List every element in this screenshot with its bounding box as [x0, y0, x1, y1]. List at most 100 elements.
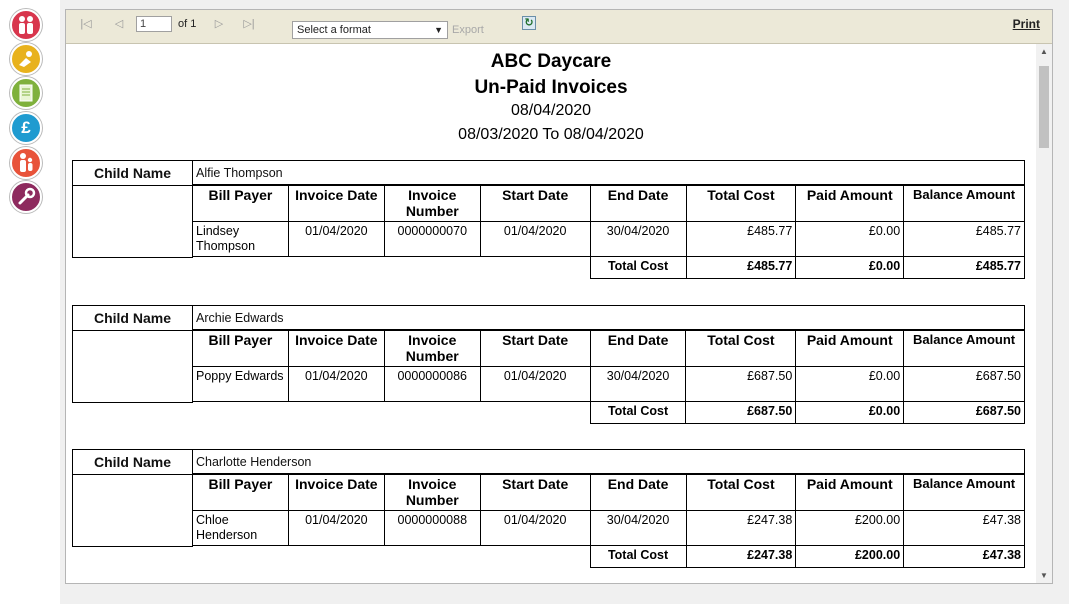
total-spacer — [288, 257, 384, 279]
sum-paid-amount: £0.00 — [795, 256, 905, 279]
child-gutter — [72, 329, 193, 403]
bill-payer-cell: Lindsey Thompson — [192, 221, 289, 257]
col-invoice-date: Invoice Date — [287, 184, 385, 222]
col-bill-payer: Bill Payer — [192, 184, 289, 222]
export-link[interactable]: Export — [452, 24, 484, 36]
sum-balance-amount: £485.77 — [903, 256, 1025, 279]
sum-total-cost: £485.77 — [685, 256, 797, 279]
col-invoice-date: Invoice Date — [287, 473, 385, 511]
col-start-date: Start Date — [479, 184, 591, 222]
total-cost-label: Total Cost — [589, 401, 687, 424]
balance-amount-cell: £687.50 — [903, 366, 1025, 402]
family-icon[interactable] — [10, 9, 42, 41]
total-row: Total Cost £687.50 £0.00 £687.50 — [193, 401, 1025, 424]
total-cost-cell: £485.77 — [685, 221, 797, 257]
invoice-date-cell: 01/04/2020 — [287, 366, 385, 402]
export-format-value: Select a format — [297, 24, 371, 36]
bill-payer-cell: Chloe Henderson — [192, 510, 289, 546]
invoice-number-cell: 0000000086 — [383, 366, 481, 402]
report-title: Un-Paid Invoices — [474, 77, 628, 98]
total-spacer — [193, 546, 289, 568]
col-invoice-number: Invoice Number — [383, 473, 481, 511]
invoice-number-cell: 0000000070 — [383, 221, 481, 257]
print-link[interactable]: Print — [1013, 17, 1040, 31]
col-end-date: End Date — [589, 473, 687, 511]
col-start-date: Start Date — [479, 473, 591, 511]
col-end-date: End Date — [589, 184, 687, 222]
report-content: ABC Daycare Un-Paid Invoices 08/04/2020 … — [66, 44, 1036, 583]
wrench-icon[interactable] — [10, 181, 42, 213]
total-spacer — [288, 546, 384, 568]
page-count-label: of 1 — [178, 18, 197, 30]
child-name-value: Alfie Thompson — [192, 160, 1025, 186]
child-name-row: Child Name Charlotte Henderson — [72, 449, 1025, 475]
scroll-thumb[interactable] — [1039, 66, 1049, 148]
invoice-table: Bill Payer Invoice Date Invoice Number S… — [192, 184, 1025, 279]
vertical-scrollbar[interactable]: ▲ ▼ — [1036, 44, 1052, 583]
col-bill-payer: Bill Payer — [192, 473, 289, 511]
total-spacer — [193, 402, 289, 424]
invoice-table: Bill Payer Invoice Date Invoice Number S… — [192, 329, 1025, 424]
col-end-date: End Date — [589, 329, 687, 367]
sum-total-cost: £247.38 — [685, 545, 797, 568]
child-name-value: Archie Edwards — [192, 305, 1025, 331]
total-spacer — [384, 402, 480, 424]
invoice-date-cell: 01/04/2020 — [287, 221, 385, 257]
total-cost-label: Total Cost — [589, 545, 687, 568]
sum-balance-amount: £687.50 — [903, 401, 1025, 424]
table-row: Poppy Edwards 01/04/2020 0000000086 01/0… — [192, 366, 1025, 402]
child-gutter — [72, 184, 193, 258]
col-total-cost: Total Cost — [685, 329, 797, 367]
col-paid-amount: Paid Amount — [795, 473, 905, 511]
start-date-cell: 01/04/2020 — [479, 366, 591, 402]
sum-paid-amount: £0.00 — [795, 401, 905, 424]
total-spacer — [384, 546, 480, 568]
scroll-up-icon[interactable]: ▲ — [1039, 47, 1049, 56]
total-row: Total Cost £247.38 £200.00 £47.38 — [193, 545, 1025, 568]
scroll-down-icon[interactable]: ▼ — [1039, 571, 1049, 580]
page-number-input[interactable] — [136, 16, 172, 32]
col-invoice-number: Invoice Number — [383, 329, 481, 367]
col-balance-amount: Balance Amount — [903, 184, 1025, 222]
paid-amount-cell: £0.00 — [795, 221, 905, 257]
end-date-cell: 30/04/2020 — [589, 510, 687, 546]
pound-icon[interactable]: £ — [10, 112, 42, 144]
child-name-label: Child Name — [72, 305, 193, 331]
report-toolbar: |◁ ◁ of 1 ▷ ▷| Select a format ▼ Export … — [66, 10, 1052, 44]
app-sidebar: £ — [0, 0, 60, 604]
start-date-cell: 01/04/2020 — [479, 510, 591, 546]
child-name-value: Charlotte Henderson — [192, 449, 1025, 475]
table-row: Chloe Henderson 01/04/2020 0000000088 01… — [192, 510, 1025, 546]
total-cost-cell: £247.38 — [685, 510, 797, 546]
start-date-cell: 01/04/2020 — [479, 221, 591, 257]
paid-amount-cell: £0.00 — [795, 366, 905, 402]
report-viewer: |◁ ◁ of 1 ▷ ▷| Select a format ▼ Export … — [65, 9, 1053, 584]
refresh-icon[interactable]: ↻ — [522, 16, 536, 30]
end-date-cell: 30/04/2020 — [589, 366, 687, 402]
invoice-date-cell: 01/04/2020 — [287, 510, 385, 546]
people-icon[interactable] — [10, 147, 42, 179]
balance-amount-cell: £485.77 — [903, 221, 1025, 257]
invoice-table: Bill Payer Invoice Date Invoice Number S… — [192, 473, 1025, 568]
sum-total-cost: £687.50 — [685, 401, 797, 424]
col-invoice-date: Invoice Date — [287, 329, 385, 367]
child-play-icon[interactable] — [10, 43, 42, 75]
document-icon[interactable] — [10, 77, 42, 109]
col-total-cost: Total Cost — [685, 184, 797, 222]
previous-page-icon[interactable]: ◁ — [112, 17, 126, 31]
col-paid-amount: Paid Amount — [795, 329, 905, 367]
col-paid-amount: Paid Amount — [795, 184, 905, 222]
sum-balance-amount: £47.38 — [903, 545, 1025, 568]
col-balance-amount: Balance Amount — [903, 473, 1025, 511]
company-name: ABC Daycare — [490, 51, 612, 72]
child-name-row: Child Name Archie Edwards — [72, 305, 1025, 331]
export-format-select[interactable]: Select a format ▼ — [292, 21, 448, 39]
invoice-number-cell: 0000000088 — [383, 510, 481, 546]
table-row: Lindsey Thompson 01/04/2020 0000000070 0… — [192, 221, 1025, 257]
last-page-icon[interactable]: ▷| — [242, 17, 256, 31]
paid-amount-cell: £200.00 — [795, 510, 905, 546]
first-page-icon[interactable]: |◁ — [79, 17, 93, 31]
col-start-date: Start Date — [479, 329, 591, 367]
next-page-icon[interactable]: ▷ — [212, 17, 226, 31]
child-gutter — [72, 473, 193, 547]
